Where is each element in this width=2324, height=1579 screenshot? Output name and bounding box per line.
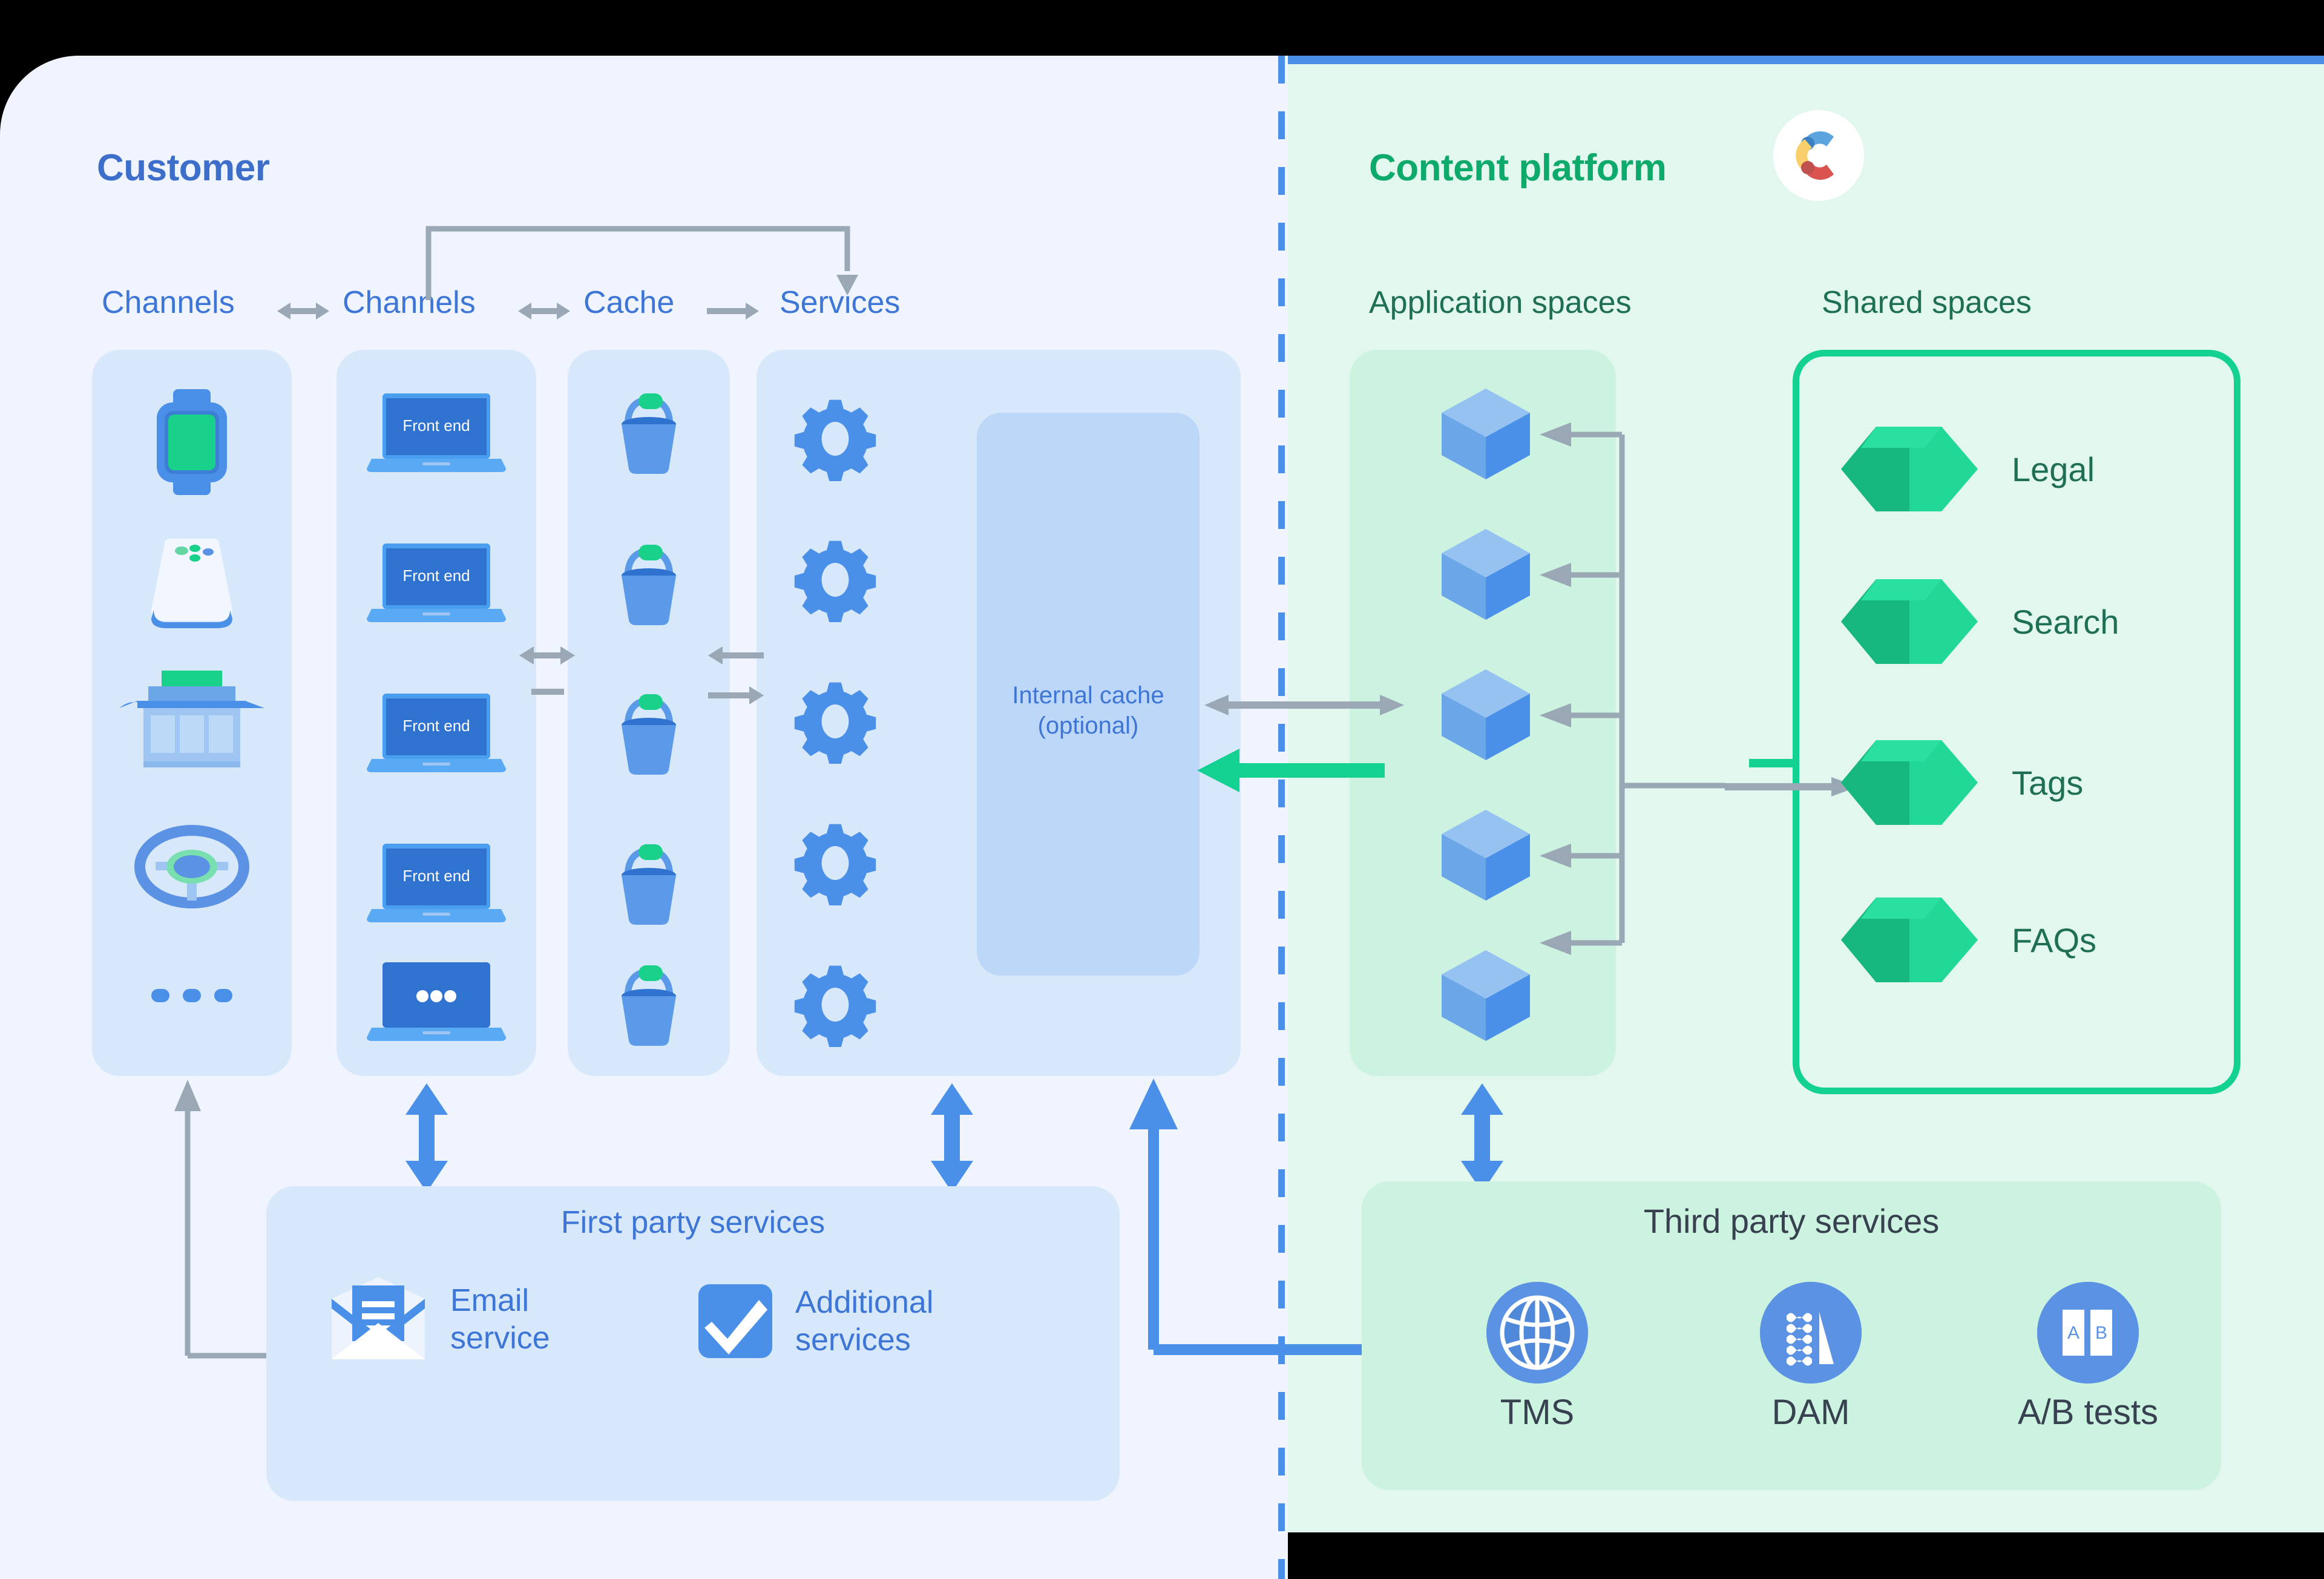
email-label-line1: Email	[450, 1282, 530, 1318]
laptop-frontend-3: Front end	[336, 694, 536, 772]
third-party-label-tms: TMS	[1500, 1393, 1575, 1432]
svg-text:B: B	[2095, 1323, 2107, 1343]
panel-divider	[1278, 56, 1285, 1579]
internal-cache-label-line1: Internal cache	[1012, 682, 1164, 709]
storefront-icon	[92, 671, 292, 780]
smart-speaker-icon	[92, 537, 292, 628]
application-space-cube-1	[1440, 387, 1531, 481]
service-gear-4	[775, 821, 896, 905]
third-party-label-dam: DAM	[1771, 1393, 1850, 1432]
service-gear-1	[775, 396, 896, 481]
first-party-label-email: Email service	[450, 1282, 550, 1357]
laptop-frontend-4: Front end	[336, 844, 536, 922]
third-party-label-ab: A/B tests	[2017, 1393, 2159, 1432]
cache-bucket-5	[568, 962, 730, 1047]
divider-dash-channels-cache	[531, 689, 564, 695]
laptop-frontend-5-ellipsis	[336, 962, 536, 1041]
shared-space-item-faqs: FAQs	[1840, 895, 2096, 985]
first-party-services-title: First party services	[560, 1205, 826, 1240]
svg-text:Front end: Front end	[402, 566, 470, 585]
shared-space-connector-stub	[1749, 759, 1797, 767]
cache-bucket-2	[568, 542, 730, 626]
cube-bus-connector	[1531, 412, 1725, 968]
bidirectional-arrow-icon-channels-cache	[519, 643, 575, 668]
additional-label-line2: services	[795, 1322, 911, 1357]
svg-text:Front end: Front end	[402, 867, 470, 885]
bidirectional-arrow-icon-appspaces-thirdparty	[1455, 1083, 1509, 1192]
globe-icon	[1486, 1282, 1588, 1384]
third-party-item-tms[interactable]: TMS	[1446, 1282, 1628, 1433]
bidirectional-arrow-icon-cache-to-platform	[1204, 691, 1404, 719]
smartwatch-icon	[92, 387, 292, 496]
svg-text:A: A	[2067, 1323, 2079, 1343]
diagram-canvas: Customer Content platform Channels Chann…	[0, 0, 2324, 1579]
checkmark-icon	[696, 1282, 775, 1361]
third-party-item-ab[interactable]: A B A/B tests	[1997, 1282, 2179, 1433]
ellipsis-icon-channels	[92, 983, 292, 1008]
shared-space-item-legal: Legal	[1840, 424, 2095, 514]
envelope-icon	[327, 1277, 430, 1362]
bidirectional-arrow-icon-services-firstparty	[925, 1083, 979, 1192]
cache-bucket-1	[568, 390, 730, 475]
email-label-line2: service	[450, 1321, 550, 1356]
shared-space-label-faqs: FAQs	[2012, 921, 2097, 959]
steering-wheel-icon	[92, 818, 292, 915]
first-party-item-email[interactable]: Email service	[327, 1277, 550, 1362]
flow-label-channels-1: Channels	[102, 285, 235, 320]
application-space-cube-5	[1440, 949, 1531, 1043]
cache-bucket-3	[568, 691, 730, 776]
third-party-services-title: Third party services	[1643, 1202, 1940, 1240]
service-gear-3	[775, 679, 896, 764]
content-platform-title: Content platform	[1369, 147, 1667, 189]
shared-space-item-tags: Tags	[1840, 737, 2083, 828]
service-gear-2	[775, 537, 896, 622]
shared-space-item-search: Search	[1840, 576, 2119, 667]
arrow-left-icon-services-cache	[708, 643, 764, 668]
additional-label-line1: Additional	[795, 1284, 934, 1320]
shared-space-label-legal: Legal	[2012, 450, 2095, 488]
application-space-cube-2	[1440, 528, 1531, 622]
first-party-item-additional[interactable]: Additional services	[696, 1282, 933, 1361]
svg-text:Front end: Front end	[402, 717, 470, 735]
laptop-frontend-2: Front end	[336, 543, 536, 622]
green-arrow-icon-platform-to-cache	[1197, 747, 1385, 793]
media-asset-icon	[1760, 1282, 1862, 1384]
cache-bucket-4	[568, 841, 730, 926]
internal-cache-label: Internal cache (optional)	[977, 680, 1200, 741]
bidirectional-arrow-icon-1	[277, 299, 329, 323]
contentful-logo-icon	[1773, 110, 1864, 201]
laptop-frontend-1: Front end	[336, 393, 536, 472]
first-party-label-additional: Additional services	[795, 1284, 933, 1359]
shared-space-label-tags: Tags	[2012, 763, 2084, 802]
shared-spaces-label: Shared spaces	[1822, 285, 2032, 320]
third-party-item-dam[interactable]: DAM	[1720, 1282, 1902, 1433]
application-space-cube-4	[1440, 809, 1531, 902]
arrow-right-icon-to-tags	[1725, 775, 1858, 799]
bidirectional-arrow-icon-2	[518, 299, 570, 323]
elbow-arrow-channels-to-services	[424, 223, 859, 301]
internal-cache-label-line2: (optional)	[1037, 712, 1139, 739]
customer-title: Customer	[97, 147, 270, 189]
application-spaces-label: Application spaces	[1369, 285, 1632, 320]
service-gear-5	[775, 962, 896, 1047]
shared-space-label-search: Search	[2012, 602, 2119, 641]
application-space-cube-3	[1440, 668, 1531, 762]
svg-text:Front end: Front end	[402, 416, 470, 435]
arrow-right-icon-cache-services	[707, 299, 759, 323]
ab-test-icon: A B	[2037, 1282, 2139, 1384]
